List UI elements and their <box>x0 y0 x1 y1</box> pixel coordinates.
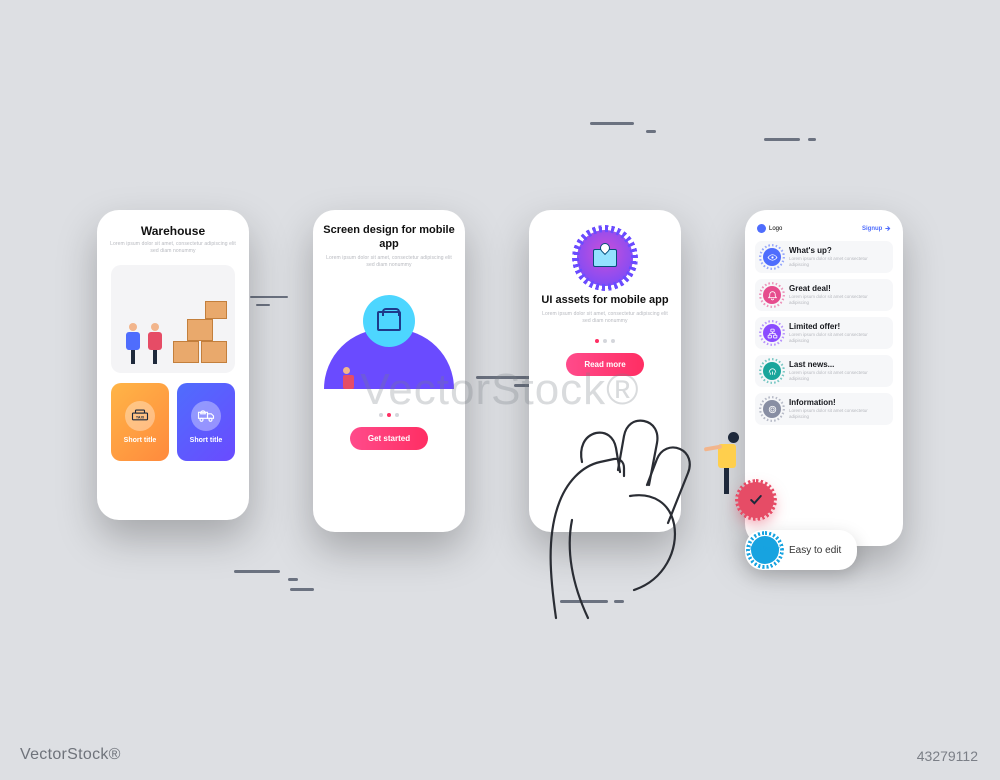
quality-medal-icon: High Quality <box>749 534 781 566</box>
read-more-button[interactable]: Read more <box>566 353 643 376</box>
checkmark-badge-icon <box>738 482 774 518</box>
list-item-desc: Lorem ipsum dolor sit amet consectetur a… <box>789 370 887 382</box>
phone1-title: Warehouse <box>107 224 239 238</box>
taxi-icon: TAXI <box>125 401 155 431</box>
list-item-desc: Lorem ipsum dolor sit amet consectetur a… <box>789 256 887 268</box>
phone3-title: UI assets for mobile app <box>539 294 671 308</box>
eye-icon <box>761 246 783 268</box>
hands-icon <box>761 360 783 382</box>
package-illustration <box>323 277 455 407</box>
signup-link[interactable]: Signup <box>862 225 891 232</box>
pagination-dots <box>539 339 671 343</box>
list-item-label: Great deal! <box>789 284 887 293</box>
phone2-title: Screen design for mobile app <box>323 224 455 252</box>
phone3-subtitle: Lorem ipsum dolor sit amet, consectetur … <box>539 311 671 325</box>
network-icon <box>761 322 783 344</box>
svg-text:TAXI: TAXI <box>136 415 144 419</box>
warehouse-illustration <box>111 265 235 373</box>
watermark-vendor: VectorStock® <box>20 746 121 764</box>
list-item-desc: Lorem ipsum dolor sit amet consectetur a… <box>789 294 887 306</box>
phone-mockup-warehouse: Warehouse Lorem ipsum dolor sit amet, co… <box>97 210 249 520</box>
list-item-label: Limited offer! <box>789 322 887 331</box>
list-item-label: Last news... <box>789 360 887 369</box>
phone-mockup-uiassets: UI assets for mobile app Lorem ipsum dol… <box>529 210 681 532</box>
list-item[interactable]: Great deal!Lorem ipsum dolor sit amet co… <box>755 279 893 311</box>
map-pin-badge-icon <box>577 230 633 286</box>
stamp-icon <box>761 398 783 420</box>
phone2-subtitle: Lorem ipsum dolor sit amet, consectetur … <box>323 255 455 269</box>
tile-bell-label: Short title <box>190 437 223 444</box>
list-item-label: What's up? <box>789 246 887 255</box>
list-item-label: Information! <box>789 398 887 407</box>
list-item-desc: Lorem ipsum dolor sit amet consectetur a… <box>789 408 887 420</box>
get-started-button[interactable]: Get started <box>350 427 428 450</box>
list-item[interactable]: Information!Lorem ipsum dolor sit amet c… <box>755 393 893 425</box>
tile-taxi[interactable]: TAXI Short title <box>111 383 169 461</box>
list-item-desc: Lorem ipsum dolor sit amet consectetur a… <box>789 332 887 344</box>
pagination-dots <box>323 413 455 417</box>
watermark-id: 43279112 <box>917 748 978 764</box>
tile-bell-truck[interactable]: Short title <box>177 383 235 461</box>
list-item[interactable]: Limited offer!Lorem ipsum dolor sit amet… <box>755 317 893 349</box>
easy-to-edit-label: Easy to edit <box>789 545 841 556</box>
bell-truck-icon <box>191 401 221 431</box>
tile-taxi-label: Short title <box>124 437 157 444</box>
logo: Logo <box>757 224 782 233</box>
easy-to-edit-badge: High Quality Easy to edit <box>745 530 857 570</box>
phone1-subtitle: Lorem ipsum dolor sit amet, consectetur … <box>107 241 239 255</box>
list-item[interactable]: Last news...Lorem ipsum dolor sit amet c… <box>755 355 893 387</box>
package-icon <box>363 295 415 347</box>
bell-icon <box>761 284 783 306</box>
phone-mockup-screendesign: Screen design for mobile app Lorem ipsum… <box>313 210 465 532</box>
list-item[interactable]: What's up?Lorem ipsum dolor sit amet con… <box>755 241 893 273</box>
arrow-icon <box>884 225 891 232</box>
